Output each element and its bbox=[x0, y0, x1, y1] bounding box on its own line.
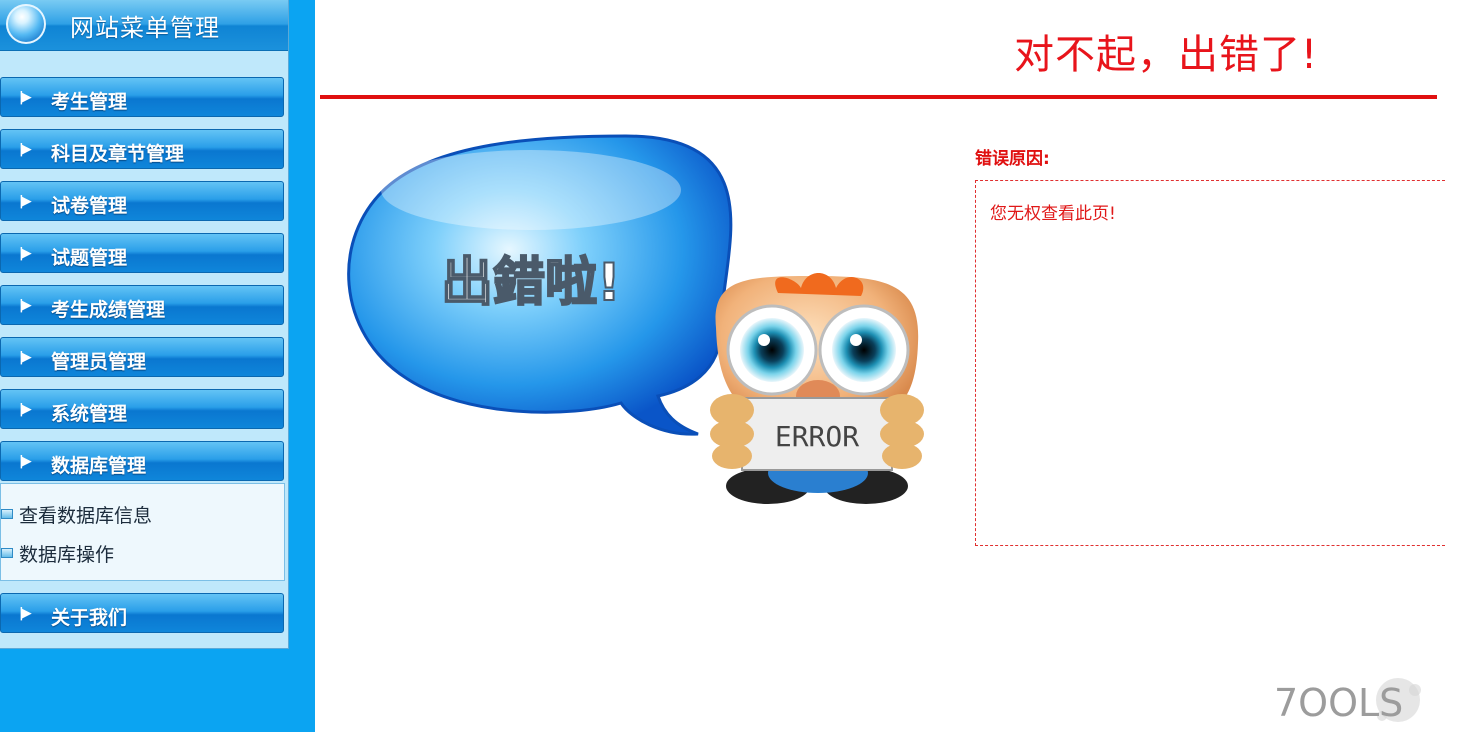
menu-item-subjects[interactable]: |▶ 科目及章节管理 bbox=[0, 129, 284, 169]
menu-item-system[interactable]: |▶ 系统管理 bbox=[0, 389, 284, 429]
submenu-item-label: 查看数据库信息 bbox=[19, 504, 153, 527]
play-arrow-icon: |▶ bbox=[19, 454, 32, 469]
play-arrow-icon: |▶ bbox=[19, 298, 32, 313]
error-reason-label: 错误原因: bbox=[975, 149, 1050, 169]
menu-item-questions[interactable]: |▶ 试题管理 bbox=[0, 233, 284, 273]
error-sign-text: ERROR bbox=[775, 420, 859, 453]
error-reason-box: 您无权查看此页! bbox=[975, 180, 1445, 546]
menu-title: 网站菜单管理 bbox=[70, 14, 220, 42]
play-arrow-icon: |▶ bbox=[19, 142, 32, 157]
menu-item-label: 考生成绩管理 bbox=[51, 299, 166, 321]
globe-orb-icon bbox=[6, 4, 46, 44]
menu-item-about[interactable]: |▶ 关于我们 bbox=[0, 593, 284, 633]
play-arrow-icon: |▶ bbox=[19, 402, 32, 417]
menu-item-admins[interactable]: |▶ 管理员管理 bbox=[0, 337, 284, 377]
error-illustration: 出錯啦! ERROR bbox=[347, 134, 924, 504]
sidebar: 网站菜单管理 |▶ 考生管理 |▶ 科目及章节管理 |▶ 试卷管理 |▶ 试题管… bbox=[0, 0, 315, 732]
menu-panel: 网站菜单管理 |▶ 考生管理 |▶ 科目及章节管理 |▶ 试卷管理 |▶ 试题管… bbox=[0, 0, 289, 649]
database-submenu: 查看数据库信息 数据库操作 bbox=[0, 483, 285, 581]
bubble-text: 出錯啦! bbox=[441, 253, 621, 313]
bullet-square-icon bbox=[1, 509, 13, 519]
play-arrow-icon: |▶ bbox=[19, 606, 32, 621]
menu-item-label: 试卷管理 bbox=[51, 195, 128, 217]
play-arrow-icon: |▶ bbox=[19, 194, 32, 209]
speech-bubble: 出錯啦! bbox=[347, 134, 733, 436]
watermark-text: 7OOLS bbox=[1274, 681, 1403, 725]
menu-item-examinee[interactable]: |▶ 考生管理 bbox=[0, 77, 284, 117]
menu-item-label: 系统管理 bbox=[51, 403, 128, 425]
play-arrow-icon: |▶ bbox=[19, 90, 32, 105]
menu-item-label: 管理员管理 bbox=[51, 351, 147, 373]
menu-item-label: 科目及章节管理 bbox=[51, 143, 185, 165]
menu-item-database[interactable]: |▶ 数据库管理 bbox=[0, 441, 284, 481]
error-title: 对不起，出错了! bbox=[1014, 32, 1319, 78]
bullet-square-icon bbox=[1, 548, 13, 558]
tools-watermark-logo: 7OOLS bbox=[1274, 678, 1421, 725]
menu-item-label: 关于我们 bbox=[51, 607, 128, 629]
menu-item-label: 考生管理 bbox=[51, 91, 128, 113]
menu-item-label: 数据库管理 bbox=[51, 455, 147, 477]
mascot-figure: ERROR bbox=[710, 273, 924, 504]
submenu-item-label: 数据库操作 bbox=[19, 543, 115, 566]
menu-item-scores[interactable]: |▶ 考生成绩管理 bbox=[0, 285, 284, 325]
submenu-item-db-ops[interactable]: 数据库操作 bbox=[1, 540, 114, 566]
submenu-item-db-info[interactable]: 查看数据库信息 bbox=[1, 501, 152, 527]
menu-item-papers[interactable]: |▶ 试卷管理 bbox=[0, 181, 284, 221]
error-reason-message: 您无权查看此页! bbox=[990, 204, 1116, 224]
menu-item-label: 试题管理 bbox=[51, 247, 128, 269]
menu-header: 网站菜单管理 bbox=[0, 0, 288, 51]
play-arrow-icon: |▶ bbox=[19, 246, 32, 261]
play-arrow-icon: |▶ bbox=[19, 350, 32, 365]
title-divider bbox=[320, 95, 1437, 99]
